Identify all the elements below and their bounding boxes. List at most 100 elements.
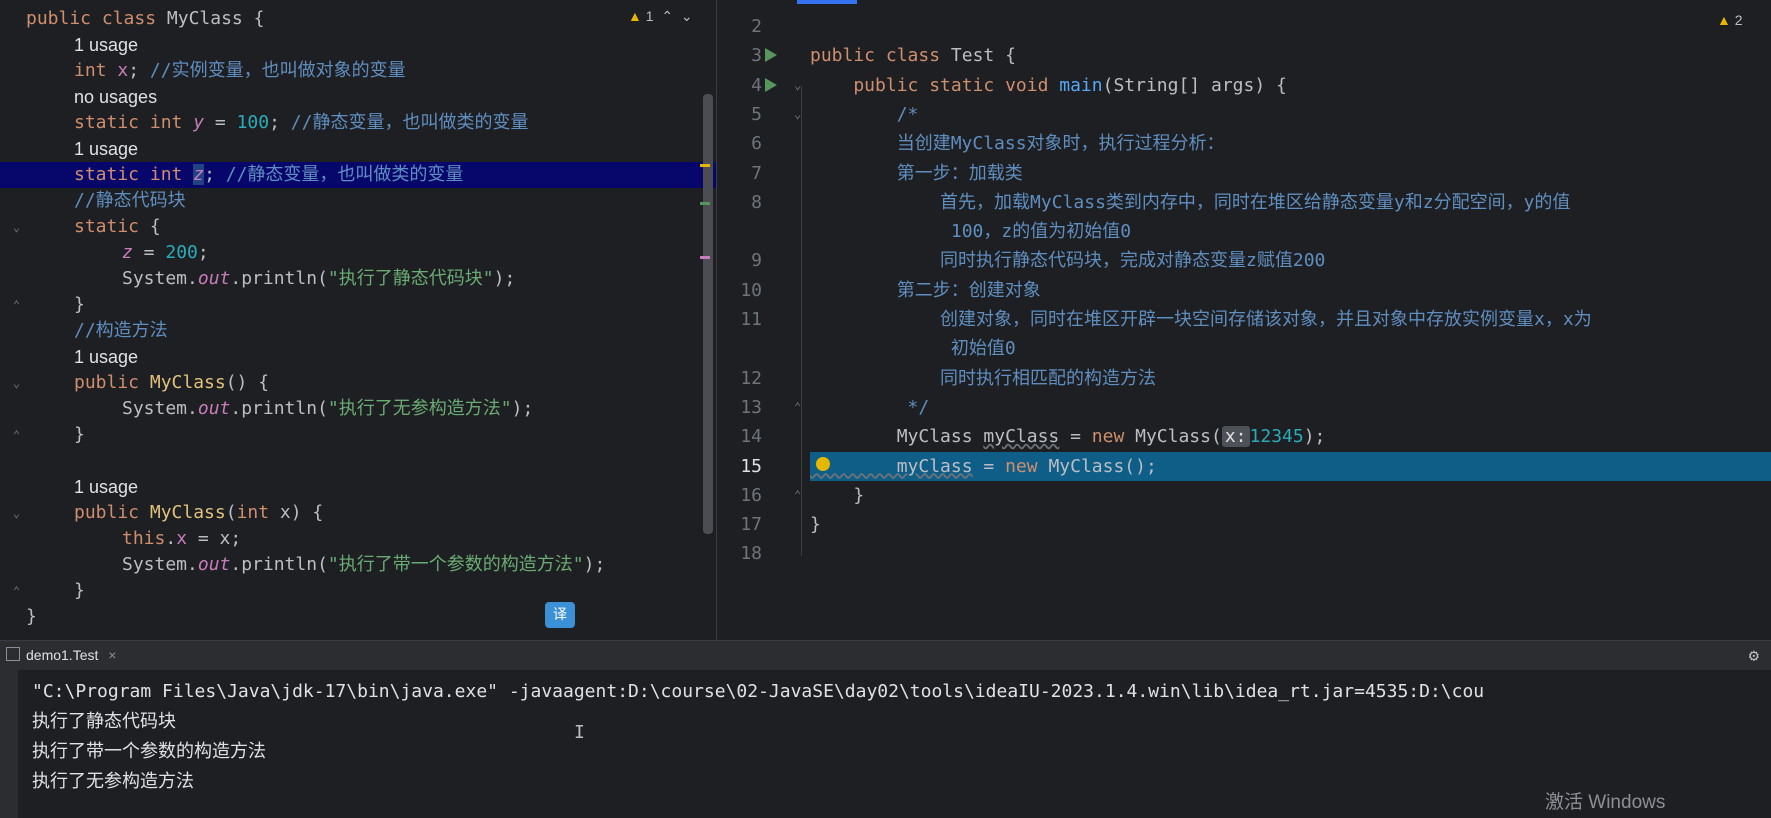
code-token: } — [74, 580, 85, 601]
line-number: 8 — [751, 191, 762, 213]
code-line[interactable]: static int y = 100; //静态变量，也叫做类的变量 — [0, 110, 716, 136]
code-line[interactable]: 9 同时执行静态代码块，完成对静态变量z赋值200 — [717, 246, 1771, 275]
code-line[interactable]: 18 — [717, 539, 1771, 568]
code-line[interactable]: 2 — [717, 12, 1771, 41]
line-number: 7 — [751, 162, 762, 184]
code-token: 100，z的值为初始值0 — [810, 221, 1132, 243]
usage-hint-text[interactable]: 1 usage — [74, 32, 138, 58]
code-token: ( — [225, 502, 237, 523]
code-line[interactable]: 初始值0 — [717, 334, 1771, 363]
code-line[interactable]: 10 第二步：创建对象 — [717, 276, 1771, 305]
fold-toggle-icon[interactable]: ⌃ — [10, 299, 23, 312]
code-token: ; — [204, 164, 226, 185]
code-line[interactable]: 5 ⌄ /* — [717, 100, 1771, 129]
run-gutter-icon[interactable] — [765, 77, 777, 92]
code-line[interactable]: 12 同时执行相匹配的构造方法 — [717, 364, 1771, 393]
close-icon[interactable]: × — [108, 647, 116, 663]
code-line[interactable]: 8 首先，加载MyClass类到内存中，同时在堆区给静态变量y和z分配空间，y的… — [717, 188, 1771, 217]
code-line[interactable]: 11 创建对象，同时在堆区开辟一块空间存储该对象，并且对象中存放实例变量x，x为 — [717, 305, 1771, 334]
code-line[interactable]: int x; //实例变量，也叫做对象的变量 — [0, 58, 716, 84]
editor-tab-indicator — [797, 0, 857, 4]
code-token: MyClass(); — [1048, 455, 1157, 477]
code-line[interactable]: 100，z的值为初始值0 — [717, 217, 1771, 246]
code-line[interactable]: 15 myClass = new MyClass(); — [717, 451, 1771, 481]
translate-button[interactable]: 译 — [545, 602, 575, 628]
fold-toggle-icon[interactable]: ⌄ — [10, 377, 23, 390]
gear-icon[interactable]: ⚙ — [1749, 646, 1759, 666]
left-editor-pane[interactable]: ▲ 1 ⌃ ⌄ public class MyClass {1 usage int… — [0, 0, 716, 640]
fold-toggle-icon[interactable]: ⌄ — [10, 221, 23, 234]
usage-hint-text[interactable]: 1 usage — [74, 474, 138, 500]
code-line[interactable]: 17} — [717, 510, 1771, 539]
line-number: 2 — [751, 16, 762, 37]
code-token: 第二步：创建对象 — [810, 279, 1041, 301]
code-line[interactable]: } — [0, 604, 716, 630]
code-line[interactable]: System.out.println("执行了带一个参数的构造方法"); — [0, 552, 716, 578]
fold-toggle-icon[interactable]: ⌄ — [10, 507, 23, 520]
code-token: "执行了带一个参数的构造方法" — [327, 554, 584, 575]
code-line[interactable]: } — [0, 292, 716, 318]
usage-inlay-hint[interactable]: 1 usage — [0, 32, 716, 58]
fold-toggle-icon[interactable]: ⌃ — [794, 481, 801, 510]
code-line[interactable]: 14 MyClass myClass = new MyClass(x: 12345… — [717, 422, 1771, 451]
usage-hint-text[interactable]: no usages — [74, 84, 157, 110]
code-line[interactable]: z = 200; — [0, 240, 716, 266]
code-token: () { — [225, 372, 270, 393]
windows-activation-watermark: 激活 Windows — [1545, 792, 1666, 813]
code-line[interactable]: //静态代码块 — [0, 188, 716, 214]
code-line[interactable]: public MyClass(int x) { — [0, 500, 716, 526]
code-token: public class — [810, 45, 951, 67]
code-line[interactable]: //构造方法 — [0, 318, 716, 344]
code-token: ); — [1303, 426, 1326, 448]
fold-toggle-icon[interactable]: ⌄ — [794, 71, 801, 100]
code-token: //构造方法 — [74, 320, 168, 341]
run-tab[interactable]: demo1.Test × — [6, 647, 116, 663]
right-editor-pane[interactable]: ▲ 2 2 3 public class Test {4 ⌄ public stati… — [716, 0, 1771, 640]
fold-toggle-icon[interactable]: ⌃ — [794, 393, 801, 422]
code-line[interactable]: static { — [0, 214, 716, 240]
code-line[interactable]: 4 ⌄ public static void main(String[] args… — [717, 71, 1771, 100]
code-token: myClass — [810, 455, 973, 477]
usage-inlay-hint[interactable]: 1 usage — [0, 136, 716, 162]
usage-inlay-hint[interactable]: 1 usage — [0, 474, 716, 500]
code-token: z — [122, 242, 133, 263]
code-token: = — [1059, 426, 1092, 448]
code-token: (String[] args) { — [1102, 74, 1287, 96]
code-line[interactable]: 6 当创建MyClass对象时，执行过程分析： — [717, 129, 1771, 158]
usage-hint-text[interactable]: 1 usage — [74, 136, 138, 162]
code-line[interactable] — [0, 448, 716, 474]
console-line: 执行了静态代码块 — [32, 711, 176, 732]
code-line[interactable]: 3 public class Test { — [717, 41, 1771, 70]
code-token: = x; — [187, 528, 242, 549]
run-tab-label: demo1.Test — [26, 647, 99, 663]
scroll-mark-change[interactable] — [700, 202, 710, 205]
code-token: static int — [74, 112, 194, 133]
fold-toggle-icon[interactable]: ⌄ — [794, 100, 801, 129]
code-line[interactable]: public MyClass() { — [0, 370, 716, 396]
code-token: . — [165, 528, 177, 549]
code-line[interactable]: public class MyClass { — [0, 6, 716, 32]
code-line[interactable]: System.out.println("执行了无参构造方法"); — [0, 396, 716, 422]
code-line[interactable]: System.out.println("执行了静态代码块"); — [0, 266, 716, 292]
fold-toggle-icon[interactable]: ⌃ — [10, 429, 23, 442]
code-line[interactable]: } — [0, 422, 716, 448]
code-token: 同时执行相匹配的构造方法 — [810, 367, 1157, 389]
left-scrollbar[interactable] — [703, 94, 713, 534]
code-line[interactable]: 16 ⌃ } — [717, 481, 1771, 510]
usage-inlay-hint[interactable]: no usages — [0, 84, 716, 110]
usage-hint-text[interactable]: 1 usage — [74, 344, 138, 370]
code-line[interactable]: 13 ⌃ */ — [717, 393, 1771, 422]
code-token: public — [74, 502, 150, 523]
line-number: 10 — [740, 279, 762, 301]
scroll-mark-warning[interactable] — [700, 164, 710, 167]
console-output[interactable]: "C:\Program Files\Java\jdk-17\bin\java.e… — [0, 670, 1771, 818]
code-token: } — [74, 294, 85, 315]
scroll-mark-usage[interactable] — [700, 256, 710, 259]
run-gutter-icon[interactable] — [765, 48, 777, 63]
usage-inlay-hint[interactable]: 1 usage — [0, 344, 716, 370]
code-line[interactable]: } — [0, 578, 716, 604]
code-line[interactable]: 7 第一步：加载类 — [717, 159, 1771, 188]
fold-toggle-icon[interactable]: ⌃ — [10, 585, 23, 598]
code-line[interactable]: static int z; //静态变量，也叫做类的变量 — [0, 162, 716, 188]
code-line[interactable]: this.x = x; — [0, 526, 716, 552]
